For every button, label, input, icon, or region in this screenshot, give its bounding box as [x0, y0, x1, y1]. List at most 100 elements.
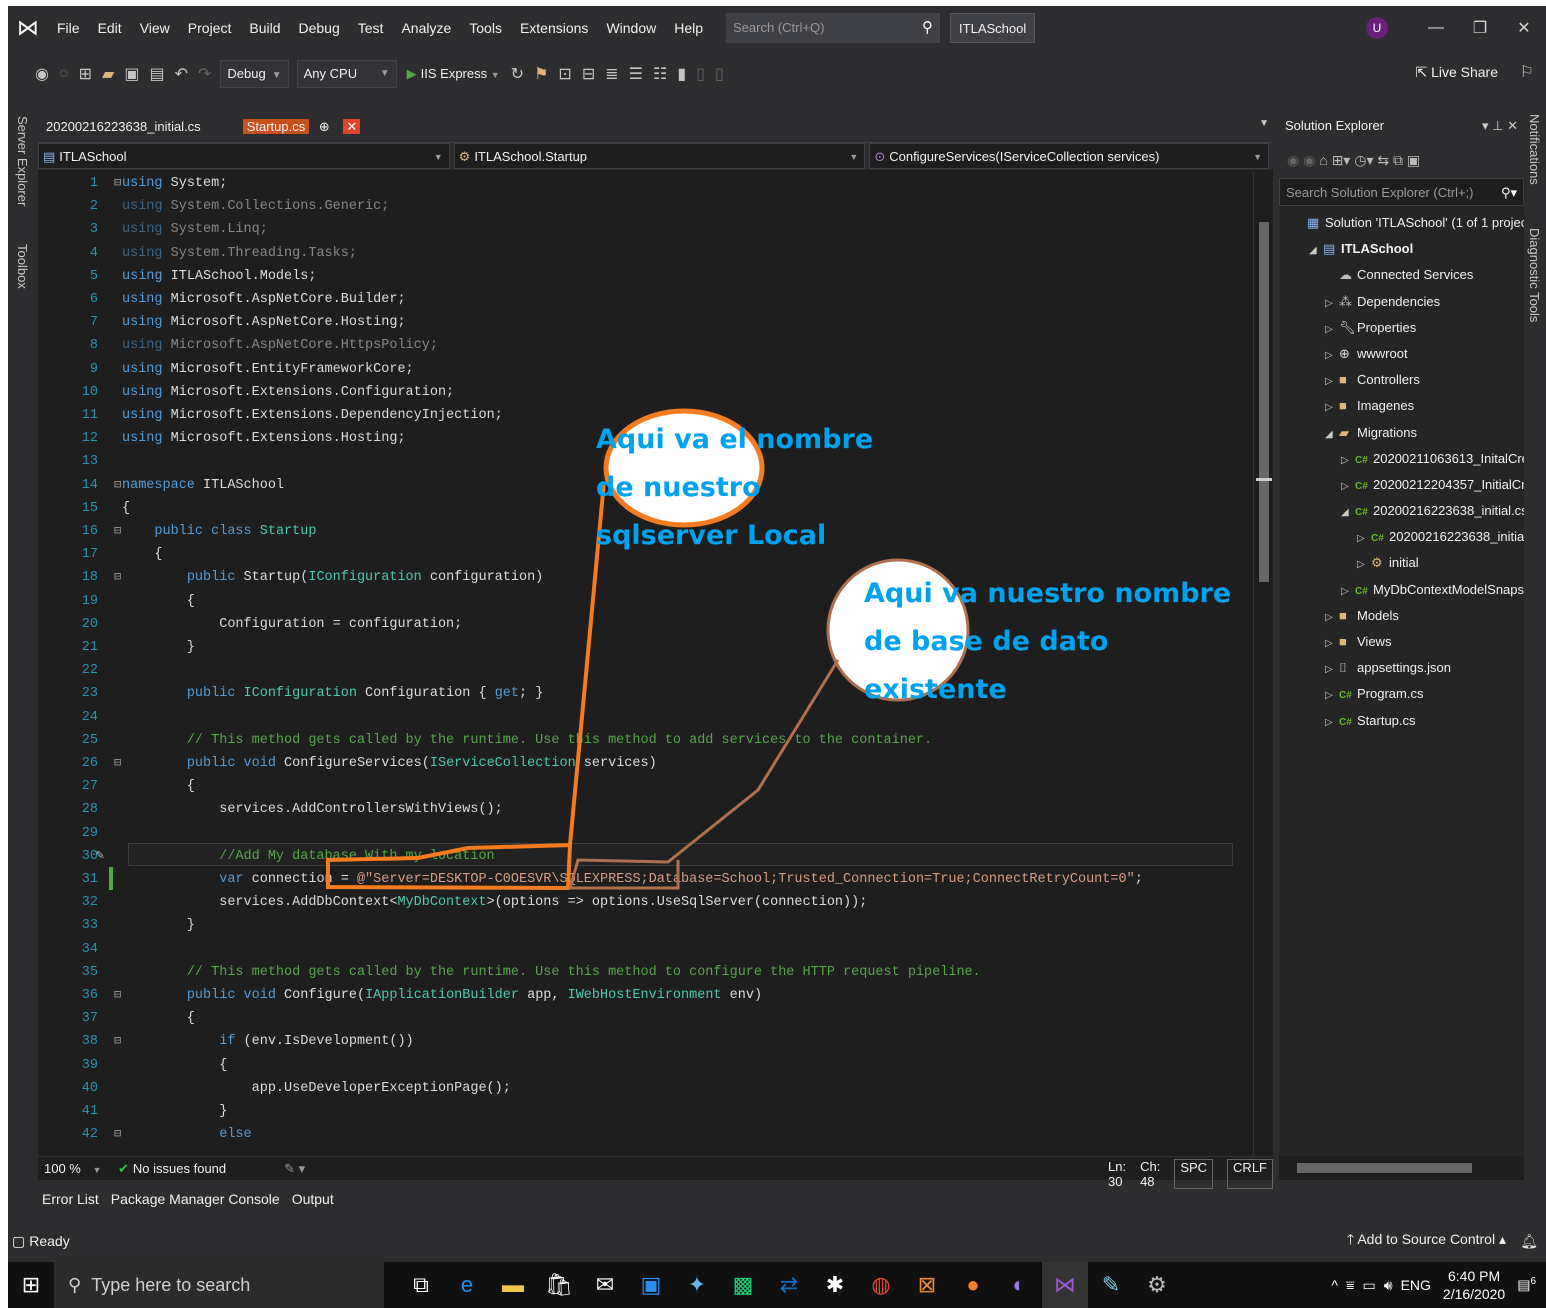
uncomment-icon[interactable]: ☷ [653, 64, 667, 84]
collapsed-arrow-icon[interactable]: ▷ [1357, 526, 1371, 550]
tree-node[interactable]: ▦ Solution 'ITLASchool' (1 of 1 project) [1279, 210, 1524, 236]
tree-node[interactable]: ▷ 🔧︎Properties [1279, 315, 1524, 341]
brush-icon[interactable]: ● [950, 1262, 996, 1308]
restore-icon[interactable]: ❐ [1458, 18, 1502, 38]
collapsed-arrow-icon[interactable]: ▷ [1325, 291, 1339, 315]
task-view-icon[interactable]: ⧉ [398, 1262, 444, 1308]
slack-icon[interactable]: ✱ [812, 1262, 858, 1308]
collapsed-arrow-icon[interactable]: ▷ [1341, 579, 1355, 603]
new-project-icon[interactable]: ⊞ [79, 64, 92, 84]
configuration-select[interactable]: Debug ▼ [220, 60, 289, 88]
solution-search-input[interactable]: Search Solution Explorer (Ctrl+;) ⚲▾ [1279, 178, 1524, 206]
collapsed-arrow-icon[interactable]: ▷ [1325, 683, 1339, 707]
history-icon[interactable]: ◷▾ [1354, 152, 1373, 168]
add-to-source-control-button[interactable]: 🡑 Add to Source Control ▴ [1347, 1229, 1506, 1253]
pin-icon[interactable]: ⊥ [1492, 118, 1503, 133]
tree-node[interactable]: ☁ Connected Services [1279, 262, 1524, 288]
tree-node[interactable]: ▷C# 20200216223638_initial.Des [1279, 524, 1524, 550]
properties-icon[interactable]: ▣ [1407, 152, 1420, 168]
mail-icon[interactable]: ✉ [582, 1262, 628, 1308]
collapsed-arrow-icon[interactable]: ▷ [1341, 448, 1355, 472]
tab-output[interactable]: Output [287, 1185, 338, 1213]
collapsed-arrow-icon[interactable]: ▷ [1325, 631, 1339, 655]
redo-icon[interactable]: ↷ [198, 64, 211, 84]
expanded-arrow-icon[interactable]: ◢ [1309, 238, 1323, 262]
comment-icon[interactable]: ☰ [629, 64, 643, 84]
collapsed-arrow-icon[interactable]: ▷ [1325, 710, 1339, 734]
taskbar-search-input[interactable]: ⚲ Type here to search [54, 1262, 384, 1308]
user-avatar[interactable]: U [1366, 17, 1388, 39]
back-icon[interactable]: ◉ [35, 64, 49, 84]
chrome-icon[interactable]: ◍ [858, 1262, 904, 1308]
edge-icon[interactable]: e [444, 1262, 490, 1308]
back-icon[interactable]: ◉ [1287, 152, 1299, 168]
tree-node[interactable]: ◢ ▤ ITLASchool [1279, 236, 1524, 262]
bookmark-prev-icon[interactable]: ▯ [696, 64, 705, 84]
language-indicator[interactable]: ENG [1401, 1277, 1431, 1293]
settings-app-icon[interactable]: ⚙ [1134, 1262, 1180, 1308]
browser-link-icon[interactable]: ⊡ [558, 64, 571, 84]
menu-file[interactable]: File [48, 6, 89, 50]
home-icon[interactable]: ⌂ [1319, 152, 1327, 168]
tree-node[interactable]: ▷C# 20200211063613_InitalCreate.c [1279, 446, 1524, 472]
minimize-icon[interactable]: — [1414, 19, 1458, 37]
app-icon[interactable]: ✦ [674, 1262, 720, 1308]
visual-studio-logo-icon[interactable]: ⋈ [8, 6, 48, 50]
paint-icon[interactable]: ✎ [1088, 1262, 1134, 1308]
xampp-icon[interactable]: ⊠ [904, 1262, 950, 1308]
collapsed-arrow-icon[interactable]: ▷ [1341, 474, 1355, 498]
scrollbar-thumb[interactable] [1297, 1163, 1472, 1173]
sync-icon[interactable]: ⇆ [1377, 152, 1389, 168]
video-icon[interactable]: ▣ [628, 1262, 674, 1308]
visual-studio-icon[interactable]: ⋈ [1042, 1262, 1088, 1308]
tree-node[interactable]: ▷ ⁂ Dependencies [1279, 289, 1524, 315]
teamviewer-icon[interactable]: ⇄ [766, 1262, 812, 1308]
expanded-arrow-icon[interactable]: ◢ [1341, 500, 1355, 524]
notification-bell-icon[interactable]: 🔔︎ [1520, 1233, 1538, 1250]
save-all-icon[interactable]: ▤ [149, 64, 164, 84]
close-icon[interactable]: ✕ [1502, 18, 1546, 38]
run-button[interactable]: ▶ IIS Express ▼ [407, 66, 500, 82]
menu-debug[interactable]: Debug [290, 6, 349, 50]
tree-node[interactable]: ▷C# 20200212204357_InitialCreate.c [1279, 472, 1524, 498]
quick-search-input[interactable]: Search (Ctrl+Q) ⚲ [726, 13, 941, 43]
format-icon[interactable]: ≣ [605, 64, 618, 84]
menu-extensions[interactable]: Extensions [511, 6, 597, 50]
menu-window[interactable]: Window [597, 6, 665, 50]
save-icon[interactable]: ▣ [124, 64, 139, 84]
clock[interactable]: 6:40 PM 2/16/2020 [1443, 1267, 1505, 1303]
file-explorer-icon[interactable]: ▬ [490, 1262, 536, 1308]
open-folder-icon[interactable]: ▰ [102, 64, 114, 84]
bookmark-next-icon[interactable]: ▯ [715, 64, 724, 84]
collapsed-arrow-icon[interactable]: ▷ [1325, 343, 1339, 367]
tree-node[interactable]: ◢ C# 20200216223638_initial.cs [1279, 498, 1524, 524]
chevron-down-icon[interactable]: ▾ [1482, 118, 1489, 133]
solution-horizontal-scrollbar[interactable] [1279, 1156, 1524, 1180]
tab-error-list[interactable]: Error List [38, 1185, 103, 1213]
battery-icon[interactable]: ▭ [1363, 1277, 1376, 1294]
menu-view[interactable]: View [131, 6, 179, 50]
expanded-arrow-icon[interactable]: ◢ [1325, 422, 1339, 446]
network-icon[interactable]: ⩸ [1346, 1277, 1355, 1294]
tree-node[interactable]: ▷ ■ Imagenes [1279, 393, 1524, 419]
copy-icon[interactable]: ⧉ [1393, 152, 1403, 168]
collapsed-arrow-icon[interactable]: ▷ [1325, 317, 1339, 341]
hot-reload-icon[interactable]: ⚑ [534, 64, 548, 84]
diagnostic-tools-tab[interactable]: Diagnostic Tools [1527, 228, 1542, 322]
forward-icon[interactable]: ◉ [1303, 152, 1315, 168]
menu-test[interactable]: Test [349, 6, 393, 50]
collapsed-arrow-icon[interactable]: ▷ [1325, 369, 1339, 393]
tree-node[interactable]: ▷ ■ Controllers [1279, 367, 1524, 393]
feedback-icon[interactable]: ⚐ [1520, 62, 1534, 82]
toolbox-tab[interactable]: Toolbox [15, 244, 30, 289]
tree-node[interactable]: ▷ ■ Models [1279, 603, 1524, 629]
solution-config-icon[interactable]: ⊟ [582, 64, 595, 84]
live-share-button[interactable]: ⇱ Live Share [1415, 64, 1498, 81]
tree-node[interactable]: ▷C# MyDbContextModelSnapshot. [1279, 577, 1524, 603]
collapsed-arrow-icon[interactable]: ▷ [1325, 395, 1339, 419]
close-icon[interactable]: ✕ [1507, 118, 1518, 133]
tree-node[interactable]: ◢ ▰ Migrations [1279, 420, 1524, 446]
tree-node[interactable]: ▷ ⚙ initial [1279, 550, 1524, 576]
windows-start-icon[interactable]: ⊞ [8, 1272, 54, 1298]
action-center-icon[interactable]: ▤6 [1517, 1276, 1536, 1294]
